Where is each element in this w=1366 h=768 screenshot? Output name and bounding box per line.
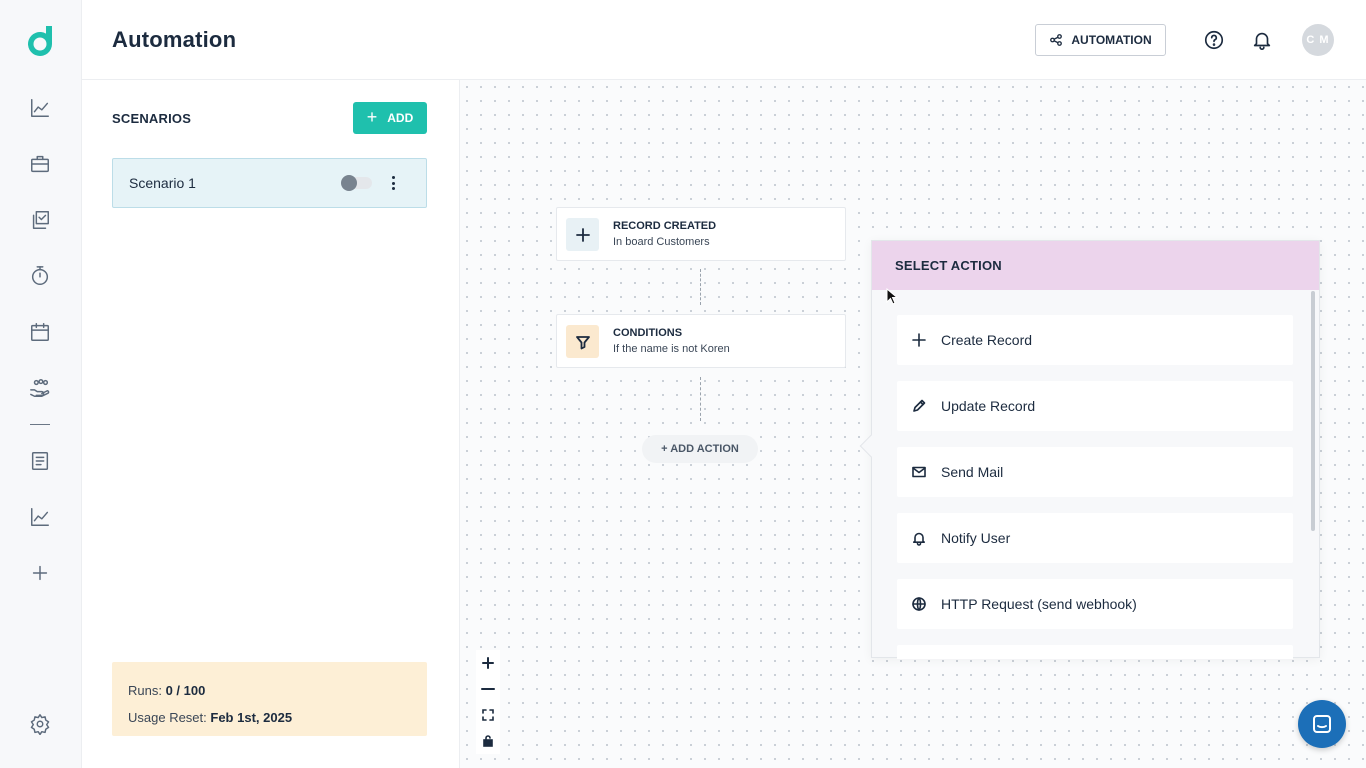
add-board-icon[interactable] — [28, 561, 52, 585]
runs-label: Runs: — [128, 683, 162, 698]
popover-scrollbar[interactable] — [1311, 291, 1315, 531]
action-http-request[interactable]: HTTP Request (send webhook) — [897, 579, 1293, 629]
scenario-name: Scenario 1 — [129, 175, 196, 191]
plus-icon — [910, 331, 928, 349]
action-label: Create Record — [941, 332, 1033, 348]
action-notify-user[interactable]: Notify User — [897, 513, 1293, 563]
connector-line — [700, 269, 701, 305]
checklist-icon[interactable] — [28, 208, 52, 232]
share-nodes-icon — [1050, 34, 1063, 46]
zoom-controls — [476, 650, 500, 754]
conditions-node[interactable]: CONDITIONS If the name is not Koren — [556, 314, 846, 368]
plus-icon — [566, 218, 599, 251]
document-icon[interactable] — [28, 449, 52, 473]
filter-icon — [566, 325, 599, 358]
popover-arrow — [859, 434, 883, 458]
briefcase-icon[interactable] — [28, 152, 52, 176]
action-label: Notify User — [941, 530, 1011, 546]
trigger-subtitle: In board Customers — [613, 236, 710, 248]
automation-button-label: AUTOMATION — [1071, 33, 1152, 47]
chat-launcher[interactable] — [1298, 700, 1346, 748]
reports-chart-icon[interactable] — [28, 505, 52, 529]
gear-icon[interactable] — [28, 712, 52, 736]
add-scenario-button[interactable]: + ADD — [353, 102, 427, 134]
mouse-cursor-icon — [886, 288, 898, 305]
plus-icon: + — [366, 107, 378, 127]
select-action-title: SELECT ACTION — [872, 241, 1319, 290]
help-icon[interactable] — [1202, 28, 1226, 52]
usage-reset-label: Usage Reset: — [128, 710, 207, 725]
usage-reset-value: Feb 1st, 2025 — [210, 710, 293, 725]
lock-icon[interactable] — [476, 728, 500, 754]
zoom-out-icon[interactable] — [476, 676, 500, 702]
analytics-icon[interactable] — [28, 96, 52, 120]
usage-info: Runs: 0 / 100 Usage Reset: Feb 1st, 2025 — [112, 662, 427, 736]
connector-line — [700, 377, 701, 421]
nav-divider — [30, 424, 50, 425]
mail-icon — [910, 463, 928, 481]
zoom-in-icon[interactable] — [476, 650, 500, 676]
runs-value: 0 / 100 — [165, 683, 206, 698]
trigger-node[interactable]: RECORD CREATED In board Customers — [556, 207, 846, 261]
action-label: Send Mail — [941, 464, 1004, 480]
scenarios-heading: SCENARIOS — [112, 111, 192, 126]
action-create-record[interactable]: Create Record — [897, 315, 1293, 365]
top-header: Automation AUTOMATION C M — [82, 0, 1366, 80]
select-action-popover: SELECT ACTION Create Record Update Recor… — [859, 240, 1320, 659]
team-hand-icon[interactable] — [28, 376, 52, 400]
sidebar-rail — [0, 0, 82, 768]
scenario-toggle[interactable] — [341, 175, 372, 191]
action-partial-item[interactable] — [897, 645, 1293, 659]
action-send-mail[interactable]: Send Mail — [897, 447, 1293, 497]
scenario-menu-icon[interactable] — [385, 174, 401, 192]
add-action-button[interactable]: + ADD ACTION — [642, 435, 758, 463]
scenarios-panel: SCENARIOS + ADD Scenario 1 Runs: 0 / 100… — [82, 80, 460, 768]
calendar-icon[interactable] — [28, 320, 52, 344]
bell-icon — [910, 529, 928, 547]
conditions-title: CONDITIONS — [613, 327, 683, 339]
automation-button[interactable]: AUTOMATION — [1035, 24, 1166, 56]
chat-icon — [1313, 715, 1331, 733]
scenario-item[interactable]: Scenario 1 — [112, 158, 427, 208]
flow-canvas[interactable]: RECORD CREATED In board Customers CONDIT… — [460, 80, 1366, 768]
add-scenario-label: ADD — [387, 111, 414, 125]
app-logo-icon[interactable] — [24, 24, 56, 58]
action-label: Update Record — [941, 398, 1036, 414]
bell-icon[interactable] — [1250, 28, 1274, 52]
conditions-subtitle: If the name is not Koren — [613, 343, 730, 355]
globe-icon — [910, 595, 928, 613]
trigger-title: RECORD CREATED — [613, 220, 717, 232]
pencil-icon — [910, 397, 928, 415]
toggle-knob — [341, 175, 357, 191]
stopwatch-icon[interactable] — [28, 264, 52, 288]
page-title: Automation — [112, 27, 237, 52]
fit-view-icon[interactable] — [476, 702, 500, 728]
user-avatar[interactable]: C M — [1302, 24, 1334, 56]
action-update-record[interactable]: Update Record — [897, 381, 1293, 431]
action-label: HTTP Request (send webhook) — [941, 596, 1137, 612]
